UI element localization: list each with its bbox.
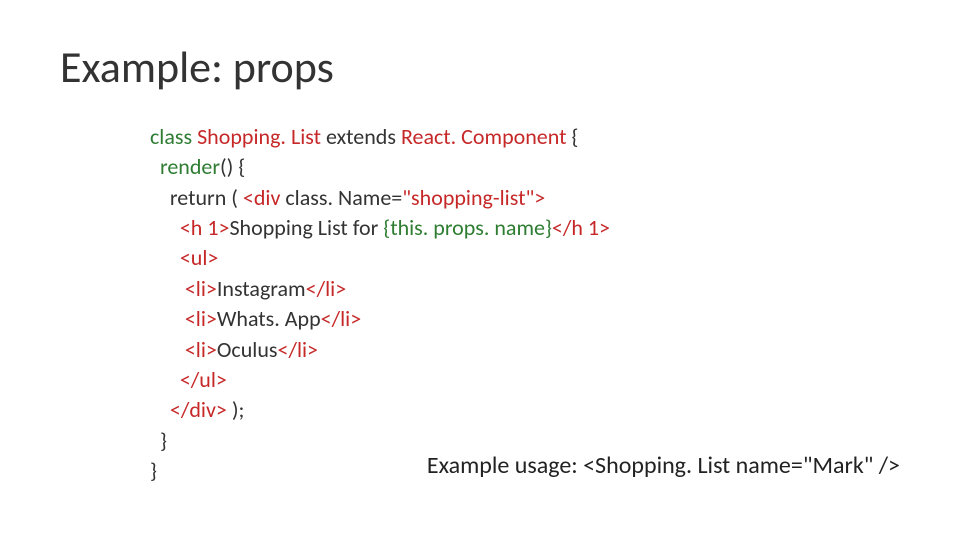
keyword-class: class [150,123,197,150]
div-open: <div [243,184,285,211]
paren-brace: () { [220,153,245,180]
class-name: Shopping. List [197,123,326,150]
brace-close-inner: } [160,427,167,454]
return-close: ); [227,396,245,423]
li2-text: Whats. App [217,305,321,332]
li3-open: <li> [185,336,217,363]
code-block: class Shopping. List extends React. Comp… [150,122,900,486]
ul-close: </ul> [180,366,227,393]
code-line-2: render() { [150,152,900,182]
code-line-1: class Shopping. List extends React. Comp… [150,122,900,152]
keyword-extends: extends [326,123,401,150]
brace-open: { [571,123,578,150]
div-open-close: > [534,184,545,211]
h1-text: Shopping List for [229,214,383,241]
ul-open: <ul> [180,244,219,271]
classname-value: "shopping-list" [402,184,534,211]
li3-close: </li> [277,336,318,363]
code-line-5: <ul> [150,243,900,273]
li1-text: Instagram [217,275,306,302]
brace-close-outer: } [150,457,157,484]
li1-close: </li> [306,275,347,302]
code-line-9: </ul> [150,365,900,395]
h1-open: <h 1> [180,214,230,241]
li2-open: <li> [185,305,217,332]
h1-close: </h 1> [552,214,610,241]
eq: = [391,184,402,211]
code-line-4: <h 1>Shopping List for {this. props. nam… [150,213,900,243]
code-line-10: </div> ); [150,395,900,425]
slide: Example: props class Shopping. List exte… [0,0,960,540]
example-usage: Example usage: <Shopping. List name="Mar… [427,451,900,480]
classname-attr: class. Name [285,184,391,211]
li3-text: Oculus [217,336,278,363]
code-line-3: return ( <div class. Name="shopping-list… [150,183,900,213]
li1-open: <li> [185,275,217,302]
code-line-7: <li>Whats. App</li> [150,304,900,334]
div-close: </div> [170,396,227,423]
render-fn: render [160,153,220,180]
code-line-6: <li>Instagram</li> [150,274,900,304]
code-line-8: <li>Oculus</li> [150,335,900,365]
return-kw: return ( [170,184,243,211]
li2-close: </li> [321,305,362,332]
props-expr: {this. props. name} [383,214,552,241]
slide-title: Example: props [60,40,900,94]
react-component: React. Component [401,123,572,150]
